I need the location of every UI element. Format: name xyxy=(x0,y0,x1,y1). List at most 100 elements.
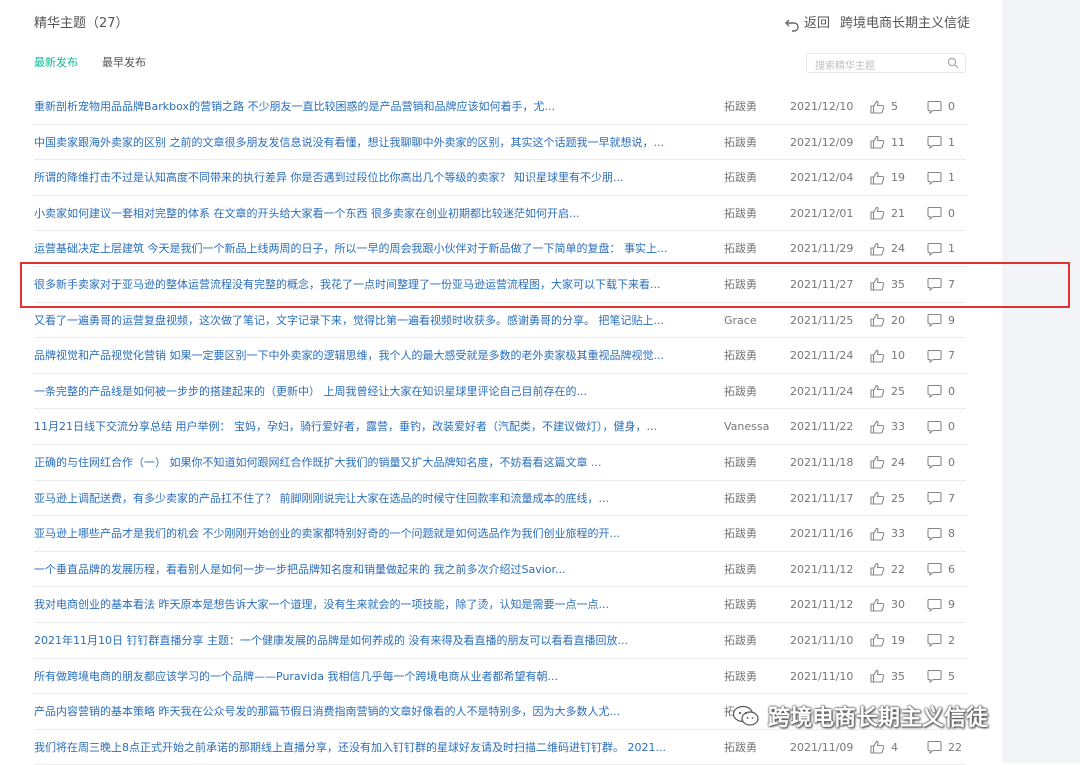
topic-title[interactable]: 重新剖析宠物用品品牌Barkbox的营销之路 不少朋友一直比较困惑的是产品营销和… xyxy=(34,89,710,124)
topic-row[interactable]: 正确的与住网红合作（一） 如果你不知道如何跟网红合作既扩大我们的销量又扩大品牌知… xyxy=(34,445,966,481)
like-icon[interactable] xyxy=(870,384,885,398)
like-icon[interactable] xyxy=(870,100,885,114)
comment-count[interactable]: 0 xyxy=(927,89,967,124)
comment-icon[interactable] xyxy=(927,135,942,150)
like-icon[interactable] xyxy=(870,277,885,292)
like-icon[interactable] xyxy=(870,206,885,220)
topic-row[interactable]: 11月21日线下交流分享总结 用户举例： 宝妈，孕妇，骑行爱好者，露营，垂钓，改… xyxy=(34,409,966,445)
like-count[interactable]: 35 xyxy=(870,659,920,694)
comment-count[interactable]: 5 xyxy=(927,659,967,694)
comment-count[interactable]: 9 xyxy=(927,587,967,622)
tab-latest[interactable]: 最新发布 xyxy=(34,55,78,71)
like-count[interactable]: 19 xyxy=(870,623,920,658)
topic-title[interactable]: 很多新手卖家对于亚马逊的整体运营流程没有完整的概念，我花了一点时间整理了一份亚马… xyxy=(34,267,710,302)
comment-count[interactable]: 0 xyxy=(927,374,967,409)
comment-icon[interactable] xyxy=(927,349,942,363)
like-count[interactable]: 25 xyxy=(870,481,920,516)
like-icon[interactable] xyxy=(870,740,885,754)
like-icon[interactable] xyxy=(870,313,885,327)
topic-title[interactable]: 中国卖家跟海外卖家的区别 之前的文章很多朋友发信息说没有看懂，想让我聊聊中外卖家… xyxy=(34,125,710,160)
like-icon[interactable] xyxy=(870,171,885,185)
comment-count[interactable]: 22 xyxy=(927,730,967,765)
comment-icon[interactable] xyxy=(927,242,942,256)
comment-count[interactable]: 6 xyxy=(927,552,967,587)
topic-title[interactable]: 亚马逊上调配送费，有多少卖家的产品扛不住了？ 前脚刚刚说完让大家在选品的时候守住… xyxy=(34,481,710,516)
comment-icon[interactable] xyxy=(927,633,942,648)
topic-title[interactable]: 11月21日线下交流分享总结 用户举例： 宝妈，孕妇，骑行爱好者，露营，垂钓，改… xyxy=(34,409,710,444)
topic-row[interactable]: 我对电商创业的基本看法 昨天原本是想告诉大家一个道理，没有生来就会的一项技能，除… xyxy=(34,587,966,623)
comment-icon[interactable] xyxy=(927,491,942,506)
like-count[interactable]: 35 xyxy=(870,267,920,302)
like-icon[interactable] xyxy=(870,598,885,612)
like-icon[interactable] xyxy=(870,455,885,469)
topic-row[interactable]: 很多新手卖家对于亚马逊的整体运营流程没有完整的概念，我花了一点时间整理了一份亚马… xyxy=(34,267,966,303)
comment-icon[interactable] xyxy=(927,527,942,541)
topic-row[interactable]: 运营基础决定上层建筑 今天是我们一个新品上线两周的日子，所以一早的周会我跟小伙伴… xyxy=(34,231,966,267)
topic-title[interactable]: 小卖家如何建议一套相对完整的体系 在文章的开头给大家看一个东西 很多卖家在创业初… xyxy=(34,196,710,231)
comment-icon[interactable] xyxy=(927,384,942,399)
topic-row[interactable]: 我们将在周三晚上8点正式开始之前承诺的那期线上直播分享，还没有加入钉钉群的星球好… xyxy=(34,730,966,765)
topic-row[interactable]: 一个垂直品牌的发展历程，看看别人是如何一步一步把品牌知名度和销量做起来的 我之前… xyxy=(34,552,966,588)
like-count[interactable]: 33 xyxy=(870,516,920,551)
comment-count[interactable]: 8 xyxy=(927,516,967,551)
comment-icon[interactable] xyxy=(927,420,942,434)
comment-icon[interactable] xyxy=(927,669,942,683)
like-count[interactable]: 5 xyxy=(870,89,920,124)
topic-row[interactable]: 一条完整的产品线是如何被一步步的搭建起来的（更新中） 上周我曾经让大家在知识星球… xyxy=(34,374,966,410)
topic-title[interactable]: 正确的与住网红合作（一） 如果你不知道如何跟网红合作既扩大我们的销量又扩大品牌知… xyxy=(34,445,710,480)
like-count[interactable]: 11 xyxy=(870,125,920,160)
search-icon[interactable] xyxy=(947,57,959,69)
comment-icon[interactable] xyxy=(927,740,942,755)
topic-row[interactable]: 品牌视觉和产品视觉化营销 如果一定要区别一下中外卖家的逻辑思维，我个人的最大感受… xyxy=(34,338,966,374)
like-count[interactable]: 24 xyxy=(870,445,920,480)
comment-count[interactable]: 7 xyxy=(927,338,967,373)
topic-row[interactable]: 所有做跨境电商的朋友都应该学习的一个品牌——Puravida 我相信几乎每一个跨… xyxy=(34,659,966,695)
topic-title[interactable]: 所谓的降维打击不过是认知高度不同带来的执行差异 你是否遇到过段位比你高出几个等级… xyxy=(34,160,710,195)
comment-icon[interactable] xyxy=(927,455,942,470)
like-count[interactable]: 30 xyxy=(870,587,920,622)
comment-count[interactable]: 1 xyxy=(927,125,967,160)
comment-count[interactable]: 7 xyxy=(927,481,967,516)
like-count[interactable]: 33 xyxy=(870,409,920,444)
topic-title[interactable]: 我们将在周三晚上8点正式开始之前承诺的那期线上直播分享，还没有加入钉钉群的星球好… xyxy=(34,730,710,765)
comment-count[interactable]: 1 xyxy=(927,160,967,195)
comment-icon[interactable] xyxy=(927,277,942,292)
topic-row[interactable]: 中国卖家跟海外卖家的区别 之前的文章很多朋友发信息说没有看懂，想让我聊聊中外卖家… xyxy=(34,125,966,161)
topic-row[interactable]: 亚马逊上哪些产品才是我们的机会 不少刚刚开始创业的卖家都特别好奇的一个问题就是如… xyxy=(34,516,966,552)
back-link[interactable]: 返回 跨境电商长期主义信徒 xyxy=(784,14,970,34)
topic-title[interactable]: 一个垂直品牌的发展历程，看看别人是如何一步一步把品牌知名度和销量做起来的 我之前… xyxy=(34,552,710,587)
comment-count[interactable]: 2 xyxy=(927,623,967,658)
comment-count[interactable]: 0 xyxy=(927,196,967,231)
topic-row[interactable]: 2021年11月10日 钉钉群直播分享 主题：一个健康发展的品牌是如何养成的 没… xyxy=(34,623,966,659)
like-icon[interactable] xyxy=(870,491,885,505)
topic-title[interactable]: 所有做跨境电商的朋友都应该学习的一个品牌——Puravida 我相信几乎每一个跨… xyxy=(34,659,710,694)
like-count[interactable]: 24 xyxy=(870,231,920,266)
comment-icon[interactable] xyxy=(927,598,942,612)
topic-title[interactable]: 又看了一遍勇哥的运营复盘视频，这次做了笔记，文字记录下来，觉得比第一遍看视频时收… xyxy=(34,303,710,338)
topic-title[interactable]: 运营基础决定上层建筑 今天是我们一个新品上线两周的日子，所以一早的周会我跟小伙伴… xyxy=(34,231,710,266)
topic-row[interactable]: 亚马逊上调配送费，有多少卖家的产品扛不住了？ 前脚刚刚说完让大家在选品的时候守住… xyxy=(34,481,966,517)
comment-count[interactable]: 7 xyxy=(927,267,967,302)
like-icon[interactable] xyxy=(870,527,885,541)
topic-row[interactable]: 重新剖析宠物用品品牌Barkbox的营销之路 不少朋友一直比较困惑的是产品营销和… xyxy=(34,89,966,125)
like-count[interactable]: 10 xyxy=(870,338,920,373)
topic-row[interactable]: 所谓的降维打击不过是认知高度不同带来的执行差异 你是否遇到过段位比你高出几个等级… xyxy=(34,160,966,196)
like-icon[interactable] xyxy=(870,242,885,256)
topic-title[interactable]: 2021年11月10日 钉钉群直播分享 主题：一个健康发展的品牌是如何养成的 没… xyxy=(34,623,710,658)
like-count[interactable]: 21 xyxy=(870,196,920,231)
like-count[interactable]: 19 xyxy=(870,160,920,195)
like-icon[interactable] xyxy=(870,669,885,683)
comment-icon[interactable] xyxy=(927,562,942,577)
like-icon[interactable] xyxy=(870,633,885,647)
comment-count[interactable]: 1 xyxy=(927,231,967,266)
comment-icon[interactable] xyxy=(927,100,942,114)
comment-icon[interactable] xyxy=(927,171,942,185)
like-icon[interactable] xyxy=(870,420,885,434)
search-input[interactable] xyxy=(807,57,945,76)
comment-icon[interactable] xyxy=(927,206,942,221)
like-count[interactable]: 22 xyxy=(870,552,920,587)
comment-count[interactable]: 0 xyxy=(927,409,967,444)
like-count[interactable]: 4 xyxy=(870,730,920,765)
topic-row[interactable]: 小卖家如何建议一套相对完整的体系 在文章的开头给大家看一个东西 很多卖家在创业初… xyxy=(34,196,966,232)
comment-count[interactable]: 9 xyxy=(927,303,967,338)
